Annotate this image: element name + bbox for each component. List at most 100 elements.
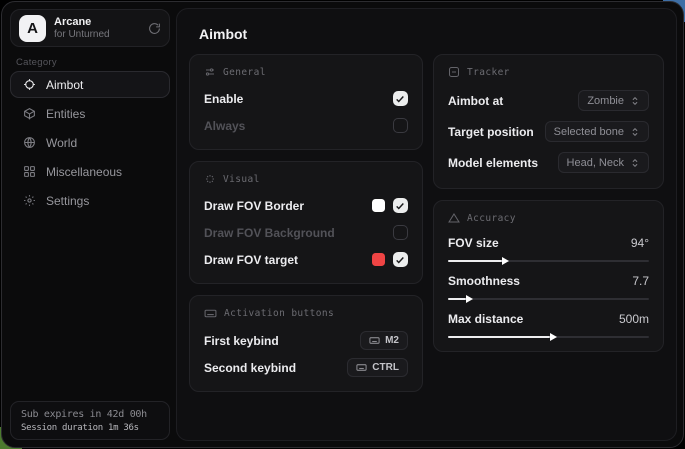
sidebar-item-entities[interactable]: Entities — [10, 100, 170, 127]
accuracy-card: Accuracy FOV size 94° Smoothness — [433, 200, 664, 352]
model-elements-dropdown[interactable]: Head, Neck — [558, 152, 649, 173]
dropdown-value: Selected bone — [554, 126, 624, 138]
sliders-icon — [204, 66, 216, 78]
setting-label: Aimbot at — [448, 94, 503, 108]
section-label: Activation buttons — [224, 308, 334, 319]
sparkle-icon — [204, 173, 216, 185]
setting-row: Model elements Head, Neck — [448, 150, 649, 175]
sidebar-item-miscellaneous[interactable]: Miscellaneous — [10, 158, 170, 185]
tracker-card: Tracker Aimbot at Zombie Target position — [433, 54, 664, 189]
sidebar-item-aimbot[interactable]: Aimbot — [10, 71, 170, 98]
logo-card: A Arcane for Unturned — [10, 9, 170, 47]
general-header: General — [204, 66, 408, 78]
setting-row: Always — [204, 115, 408, 136]
visual-header: Visual — [204, 173, 408, 185]
slider-fill — [448, 336, 551, 338]
max-distance-slider[interactable] — [448, 336, 649, 338]
setting-row: Draw FOV Background — [204, 222, 408, 243]
fov-size-slider-group: FOV size 94° — [448, 234, 649, 262]
sidebar-item-label: Settings — [46, 194, 89, 208]
dropdown-value: Head, Neck — [567, 157, 624, 169]
sidebar-nav: Aimbot Entities World Miscellaneous — [10, 71, 170, 216]
setting-label: Draw FOV Background — [204, 226, 335, 240]
slider-value: 500m — [619, 312, 649, 326]
first-keybind-button[interactable]: M2 — [360, 331, 408, 350]
activation-card: Activation buttons First keybind M2 Seco… — [189, 295, 423, 392]
sidebar-item-world[interactable]: World — [10, 129, 170, 156]
keyboard-icon — [356, 362, 367, 373]
arcane-menu-window: A Arcane for Unturned Category Aimbot — [1, 1, 684, 448]
sidebar-item-label: Aimbot — [46, 78, 83, 92]
setting-label: Target position — [448, 125, 534, 139]
section-label: Accuracy — [467, 213, 516, 224]
second-keybind-button[interactable]: CTRL — [347, 358, 408, 377]
gear-icon — [23, 194, 36, 207]
sidebar-item-settings[interactable]: Settings — [10, 187, 170, 214]
chevron-up-down-icon — [630, 127, 640, 137]
visual-card: Visual Draw FOV Border Draw FOV Backgrou… — [189, 161, 423, 284]
slider-fill — [448, 260, 502, 262]
setting-label: Draw FOV Border — [204, 199, 304, 213]
box-minus-icon — [448, 66, 460, 78]
slider-label: Smoothness — [448, 274, 520, 288]
keyboard-icon — [204, 307, 217, 320]
aimbot-at-dropdown[interactable]: Zombie — [578, 90, 649, 111]
setting-row: First keybind M2 — [204, 330, 408, 351]
keybind-value: M2 — [385, 335, 399, 346]
activation-header: Activation buttons — [204, 307, 408, 320]
entities-icon — [23, 107, 36, 120]
sync-icon[interactable] — [148, 22, 161, 35]
accuracy-header: Accuracy — [448, 212, 649, 224]
sidebar-item-label: Miscellaneous — [46, 165, 122, 179]
tracker-header: Tracker — [448, 66, 649, 78]
fov-target-checkbox[interactable] — [393, 252, 408, 267]
arcane-logo: A — [19, 15, 46, 42]
fov-background-checkbox[interactable] — [393, 225, 408, 240]
section-label: Tracker — [467, 67, 510, 78]
fov-border-checkbox[interactable] — [393, 198, 408, 213]
max-distance-slider-group: Max distance 500m — [448, 310, 649, 338]
dropdown-value: Zombie — [587, 95, 624, 107]
sidebar: A Arcane for Unturned Category Aimbot — [2, 2, 176, 447]
smoothness-slider[interactable] — [448, 298, 649, 300]
setting-label: Second keybind — [204, 361, 296, 375]
triangle-icon — [448, 212, 460, 224]
slider-fill — [448, 298, 466, 300]
keyboard-icon — [369, 335, 380, 346]
setting-label: Always — [204, 119, 245, 133]
page-title: Aimbot — [199, 26, 666, 42]
chevron-up-down-icon — [630, 158, 640, 168]
category-label: Category — [16, 57, 57, 68]
section-label: Visual — [223, 174, 260, 185]
setting-row: Aimbot at Zombie — [448, 88, 649, 113]
keybind-value: CTRL — [372, 362, 399, 373]
slider-value: 7.7 — [632, 274, 649, 288]
fov-size-slider[interactable] — [448, 260, 649, 262]
subscription-status-card: Sub expires in 42d 00h Session duration … — [10, 401, 170, 440]
target-position-dropdown[interactable]: Selected bone — [545, 121, 649, 142]
section-label: General — [223, 67, 266, 78]
chevron-up-down-icon — [630, 96, 640, 106]
general-card: General Enable Always — [189, 54, 423, 150]
setting-label: Draw FOV target — [204, 253, 298, 267]
enable-checkbox[interactable] — [393, 91, 408, 106]
app-subtitle: for Unturned — [54, 29, 148, 41]
sidebar-item-label: Entities — [46, 107, 85, 121]
fov-border-color-swatch[interactable] — [372, 199, 385, 212]
main-panel: Aimbot General Enable — [176, 8, 677, 441]
setting-row: Draw FOV Border — [204, 195, 408, 216]
setting-label: Model elements — [448, 156, 538, 170]
setting-label: Enable — [204, 92, 243, 106]
fov-target-color-swatch[interactable] — [372, 253, 385, 266]
logo-text: Arcane for Unturned — [54, 16, 148, 41]
slider-label: Max distance — [448, 312, 523, 326]
setting-row: Target position Selected bone — [448, 119, 649, 144]
setting-row: Enable — [204, 88, 408, 109]
globe-icon — [23, 136, 36, 149]
sidebar-item-label: World — [46, 136, 77, 150]
grid-icon — [23, 165, 36, 178]
always-checkbox[interactable] — [393, 118, 408, 133]
setting-row: Second keybind CTRL — [204, 357, 408, 378]
slider-value: 94° — [631, 236, 649, 250]
setting-label: First keybind — [204, 334, 279, 348]
